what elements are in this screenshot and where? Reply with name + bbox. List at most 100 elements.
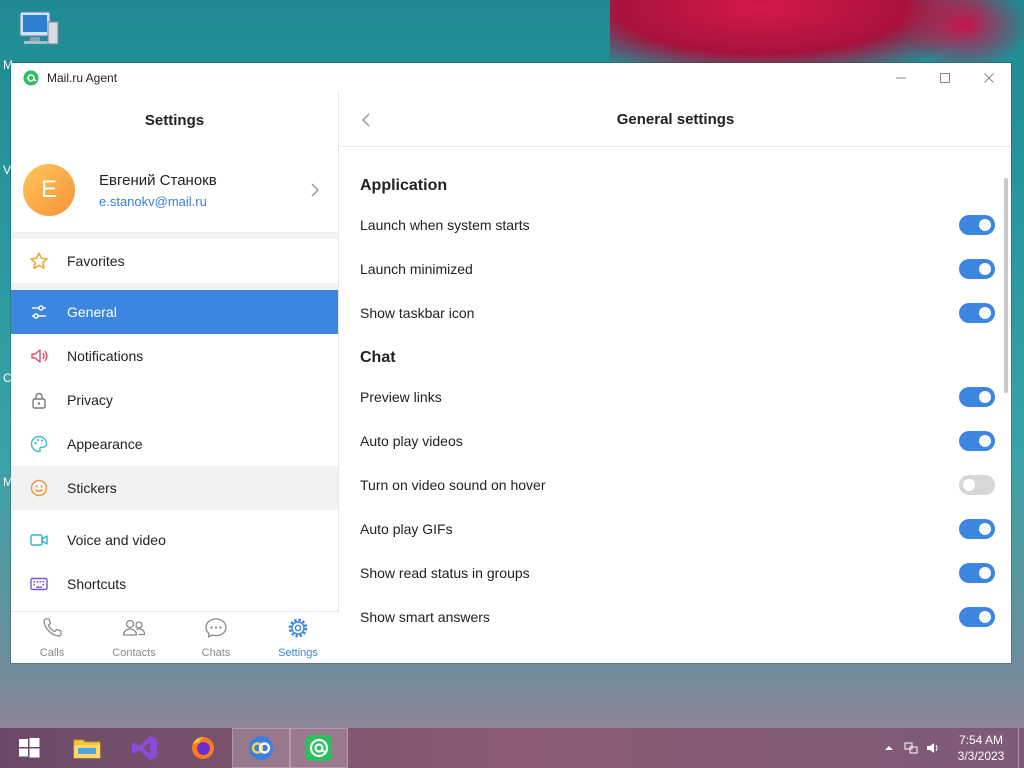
toggle-switch[interactable] [959, 519, 995, 539]
sidebar-item-stickers[interactable]: Stickers [11, 466, 338, 510]
sliders-icon [29, 302, 49, 322]
sidebar-header: Settings [11, 92, 338, 148]
phone-icon [40, 616, 64, 644]
profile-name: Евгений Станокв [99, 171, 217, 189]
sidebar-item-label: Favorites [67, 253, 125, 269]
maximize-button[interactable] [923, 63, 967, 92]
back-button[interactable] [358, 110, 374, 130]
mailru-agent-logo-icon [23, 70, 39, 86]
scrollbar[interactable] [1004, 178, 1008, 393]
toggle-switch[interactable] [959, 387, 995, 407]
sidebar-title: Settings [144, 111, 205, 129]
setting-label: Auto play videos [360, 433, 463, 449]
section-divider [11, 510, 338, 518]
sidebar-item-label: Privacy [67, 392, 113, 408]
contacts-icon [121, 616, 147, 644]
section-divider [11, 283, 338, 290]
toggle-switch[interactable] [959, 303, 995, 323]
section-title-chat: Chat [360, 349, 396, 366]
setting-label: Auto play GIFs [360, 521, 453, 537]
smiley-icon [29, 478, 49, 498]
setting-label: Show taskbar icon [360, 305, 475, 321]
toggle-switch[interactable] [959, 563, 995, 583]
setting-label: Show smart answers [360, 609, 490, 625]
title-bar[interactable]: Mail.ru Agent [11, 63, 1011, 92]
taskbar-meeting-app[interactable] [232, 728, 290, 768]
settings-sidebar: Settings E Евгений Станокв e.stanokv@mai… [11, 92, 339, 663]
general-settings-panel: General settings Application Launch when… [340, 92, 1011, 663]
gear-icon [286, 616, 310, 644]
minimize-button[interactable] [879, 63, 923, 92]
clock-date: 3/3/2023 [957, 749, 1005, 763]
tab-label: Settings [278, 647, 318, 659]
window-title: Mail.ru Agent [47, 70, 118, 85]
sidebar-item-label: Stickers [67, 480, 117, 496]
setting-label: Launch minimized [360, 261, 473, 277]
section-divider [11, 232, 338, 239]
start-button[interactable] [0, 728, 58, 768]
show-hidden-icons-button[interactable] [878, 728, 900, 768]
speaker-icon [29, 346, 49, 366]
sidebar-item-label: Notifications [67, 348, 144, 364]
setting-launch-on-startup: Launch when system starts [340, 203, 1011, 247]
setting-label: Preview links [360, 389, 442, 405]
setting-read-status-in-groups: Show read status in groups [340, 551, 1011, 595]
setting-launch-minimized: Launch minimized [340, 247, 1011, 291]
tab-calls[interactable]: Calls [11, 612, 93, 663]
sidebar-item-voice-and-video[interactable]: Voice and video [11, 518, 338, 562]
tab-label: Chats [201, 647, 231, 659]
keyboard-icon [29, 574, 49, 594]
taskbar-file-explorer[interactable] [58, 728, 116, 768]
tab-label: Contacts [112, 647, 156, 659]
page-title: General settings [616, 110, 735, 128]
sidebar-item-label: Shortcuts [67, 576, 127, 592]
app-window: Mail.ru Agent Settings E Евгений Станокв… [11, 63, 1011, 663]
chevron-right-icon [310, 182, 320, 202]
avatar: E [23, 164, 75, 216]
tab-chats[interactable]: Chats [175, 612, 257, 663]
visual-studio-icon [132, 736, 157, 760]
toggle-switch[interactable] [959, 607, 995, 627]
sidebar-item-privacy[interactable]: Privacy [11, 378, 338, 422]
setting-show-taskbar-icon: Show taskbar icon [340, 291, 1011, 335]
taskbar-visual-studio[interactable] [116, 728, 174, 768]
setting-label: Show read status in groups [360, 565, 530, 581]
sidebar-item-label: Appearance [67, 436, 143, 452]
sidebar-item-notifications[interactable]: Notifications [11, 334, 338, 378]
section-title-application: Application [360, 177, 448, 194]
toggle-switch[interactable] [959, 475, 995, 495]
setting-auto-play-gifs: Auto play GIFs [340, 507, 1011, 551]
tab-label: Calls [39, 647, 65, 659]
folder-icon [73, 739, 101, 759]
sidebar-item-general[interactable]: General [11, 290, 338, 334]
toggle-switch[interactable] [959, 259, 995, 279]
profile-card[interactable]: E Евгений Станокв e.stanokv@mail.ru [11, 148, 338, 232]
setting-label: Turn on video sound on hover [360, 477, 546, 493]
taskbar-clock[interactable]: 7:54 AM 3/3/2023 [944, 732, 1018, 764]
volume-icon[interactable] [922, 728, 944, 768]
sidebar-item-favorites[interactable]: Favorites [11, 239, 338, 283]
my-computer-desktop-icon[interactable] [16, 10, 62, 52]
sidebar-item-appearance[interactable]: Appearance [11, 422, 338, 466]
close-button[interactable] [967, 63, 1011, 92]
bottom-navigation: Calls Contacts Chats Settings [11, 611, 339, 663]
taskbar-firefox[interactable] [174, 728, 232, 768]
sidebar-item-shortcuts[interactable]: Shortcuts [11, 562, 338, 606]
lock-icon [29, 390, 49, 410]
tab-contacts[interactable]: Contacts [93, 612, 175, 663]
mailru-agent-icon [306, 735, 332, 761]
setting-label: Launch when system starts [360, 217, 530, 233]
toggle-switch[interactable] [959, 431, 995, 451]
network-icon[interactable] [900, 728, 922, 768]
tab-settings[interactable]: Settings [257, 612, 339, 663]
sidebar-item-label: General [67, 304, 117, 320]
wallpaper-flower [900, 0, 1024, 70]
desktop-label-fragment: V [3, 163, 12, 177]
firefox-icon [192, 737, 214, 759]
toggle-switch[interactable] [959, 215, 995, 235]
show-desktop-button[interactable] [1018, 728, 1024, 768]
star-icon [29, 251, 49, 271]
taskbar-mailru-agent[interactable] [290, 728, 348, 768]
system-tray: 7:54 AM 3/3/2023 [878, 728, 1024, 768]
setting-auto-play-videos: Auto play videos [340, 419, 1011, 463]
